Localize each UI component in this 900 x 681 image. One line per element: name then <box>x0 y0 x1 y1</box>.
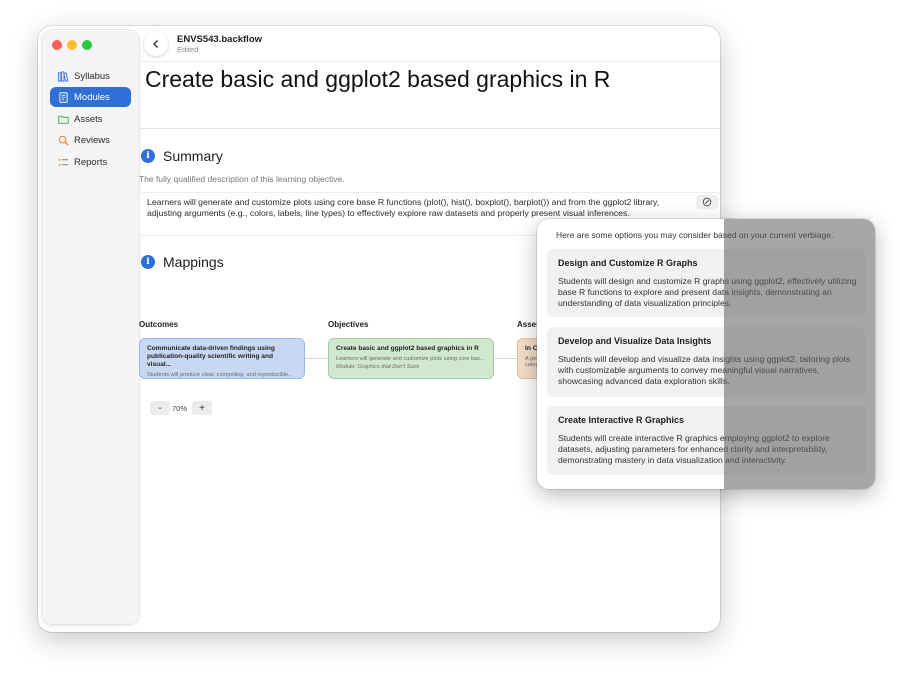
sidebar-item-reviews[interactable]: Reviews <box>50 130 131 150</box>
suggestions-intro: Here are some options you may consider b… <box>556 230 834 240</box>
zoom-out-button[interactable]: - <box>150 401 170 415</box>
sidebar-item-modules[interactable]: Modules <box>50 87 131 107</box>
node-title: Communicate data-driven findings using p… <box>147 345 275 368</box>
back-button[interactable] <box>144 32 168 56</box>
node-module: Module: Graphics that Don't Suck <box>336 364 420 370</box>
sidebar-item-label: Reviews <box>74 134 110 146</box>
column-label-outcomes: Outcomes <box>139 320 179 329</box>
sidebar-item-label: Modules <box>74 91 110 103</box>
suggestion-body: Students will design and customize R gra… <box>558 276 857 308</box>
suggestion-body: Students will develop and visualize data… <box>558 354 851 386</box>
document-title: ENVS543.backflow <box>177 34 263 45</box>
minimize-window-button[interactable] <box>67 40 77 50</box>
sidebar-item-label: Syllabus <box>74 70 110 82</box>
sidebar-item-syllabus[interactable]: Syllabus <box>50 66 131 86</box>
suggestion-title: Develop and Visualize Data Insights <box>558 336 712 346</box>
mappings-heading-label: Mappings <box>163 254 224 270</box>
document-icon <box>59 91 68 103</box>
column-label-objectives: Objectives <box>328 320 369 329</box>
suggestion-title: Design and Customize R Graphs <box>558 258 698 268</box>
magic-wand-icon <box>702 197 712 207</box>
sidebar: Syllabus Modules Assets Reviews Reports <box>42 30 139 624</box>
list-icon <box>58 158 69 166</box>
suggestion-card[interactable]: Design and Customize R Graphs Students w… <box>547 249 865 317</box>
summary-heading: i Summary <box>141 148 223 164</box>
info-icon: i <box>141 149 155 163</box>
node-description: Learners will generate and customize plo… <box>336 356 485 362</box>
suggestions-popover: Here are some options you may consider b… <box>537 219 875 489</box>
divider <box>139 61 720 62</box>
node-description: Students will produce clear, compelling,… <box>147 372 293 378</box>
zoom-in-button[interactable]: + <box>192 401 212 415</box>
suggestion-body: Students will create interactive R graph… <box>558 433 830 465</box>
suggestion-card[interactable]: Create Interactive R Graphics Students w… <box>547 406 865 475</box>
node-title: Create basic and ggplot2 based graphics … <box>336 345 479 352</box>
suggestion-title: Create Interactive R Graphics <box>558 415 685 425</box>
suggestion-card[interactable]: Develop and Visualize Data Insights Stud… <box>547 327 865 397</box>
zoom-level: 70% <box>172 404 188 413</box>
suggest-button[interactable] <box>696 195 718 209</box>
close-window-button[interactable] <box>52 40 62 50</box>
summary-description: The fully qualified description of this … <box>139 174 345 184</box>
sidebar-item-label: Reports <box>74 156 108 168</box>
mapping-connector <box>305 358 328 359</box>
info-icon: i <box>141 255 155 269</box>
magnifier-icon <box>58 135 69 146</box>
objective-node[interactable]: Create basic and ggplot2 based graphics … <box>328 338 494 379</box>
page-title: Create basic and ggplot2 based graphics … <box>145 66 611 92</box>
outcome-node[interactable]: Communicate data-driven findings using p… <box>139 338 305 379</box>
zoom-window-button[interactable] <box>82 40 92 50</box>
sidebar-item-reports[interactable]: Reports <box>50 152 131 172</box>
summary-text[interactable]: Learners will generate and customize plo… <box>147 197 662 220</box>
folder-icon <box>58 115 69 124</box>
mappings-heading: i Mappings <box>141 254 224 270</box>
divider <box>139 128 720 129</box>
sidebar-item-label: Assets <box>74 113 103 125</box>
document-status: Edited <box>177 45 199 54</box>
chevron-left-icon <box>153 40 158 48</box>
summary-heading-label: Summary <box>163 148 223 164</box>
sidebar-item-assets[interactable]: Assets <box>50 109 131 129</box>
books-icon <box>58 70 69 82</box>
mapping-connector <box>494 358 517 359</box>
